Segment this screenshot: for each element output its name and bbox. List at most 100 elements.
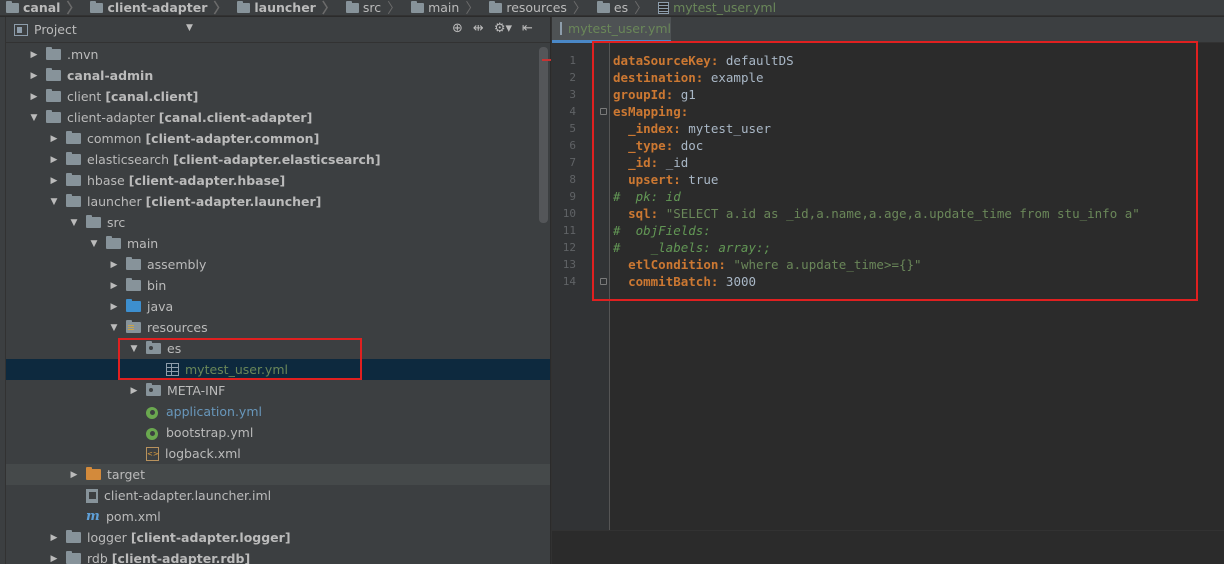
breadcrumb-item[interactable]: canal 〉 (0, 0, 84, 16)
breadcrumb-item[interactable]: resources 〉 (483, 0, 591, 16)
module-name: [client-adapter.elasticsearch] (173, 152, 381, 167)
gear-icon[interactable]: ⚙▾ (494, 21, 512, 36)
chevron-right-icon[interactable]: ▶ (48, 533, 60, 543)
code-area[interactable]: dataSourceKey: defaultDS destination: exa… (613, 43, 1224, 564)
tree-item-label: target (107, 467, 146, 482)
folder-icon (46, 68, 61, 81)
tree-item[interactable]: ▶ assembly (6, 254, 550, 275)
tree-item[interactable]: bootstrap.yml (6, 422, 550, 443)
chevron-down-icon[interactable]: ▼ (128, 344, 140, 354)
breadcrumb-item[interactable]: launcher 〉 (231, 0, 339, 15)
tree-item-label: resources (147, 320, 208, 335)
tree-item[interactable]: m pom.xml (6, 506, 550, 527)
chevron-down-icon[interactable]: ▼ (48, 197, 60, 207)
tree-item-label: client-adapter.launcher.iml (104, 488, 272, 503)
chevron-right-icon[interactable]: ▶ (108, 281, 120, 291)
code-line: commitBatch: 3000 (613, 273, 756, 290)
chevron-right-icon[interactable]: ▶ (108, 260, 120, 270)
tree-item-label: src (107, 215, 126, 230)
breadcrumb-item[interactable]: mytest_user.yml (652, 0, 780, 15)
tree-item[interactable]: <> logback.xml (6, 443, 550, 464)
chevron-right-icon[interactable]: ▶ (48, 134, 60, 144)
tree-item[interactable]: ▼ main (6, 233, 550, 254)
chevron-right-icon[interactable]: ▶ (28, 92, 40, 102)
folder-icon (106, 236, 121, 249)
project-panel-title: Project (34, 22, 77, 37)
chevron-down-icon[interactable]: ▼ (28, 113, 40, 123)
breadcrumb-label: canal (23, 0, 61, 15)
line-number: 5 (569, 122, 576, 135)
chevron-right-icon[interactable]: ▶ (28, 71, 40, 81)
fold-marker-icon[interactable] (600, 108, 607, 115)
tree-item[interactable]: ▶ common [client-adapter.common] (6, 128, 550, 149)
yaml-key: destination (613, 70, 696, 85)
line-number: 3 (569, 88, 576, 101)
collapse-all-icon[interactable]: ⇹ (473, 21, 484, 36)
chevron-down-icon[interactable]: ▼ (88, 239, 100, 249)
breadcrumb-item[interactable]: main 〉 (405, 0, 483, 15)
editor-tab-bar: mytest_user.yml (552, 17, 1224, 43)
breadcrumb-item[interactable]: client-adapter 〉 (84, 0, 231, 15)
line-number: 10 (562, 207, 576, 220)
yaml-key: : (673, 172, 681, 187)
tree-item[interactable]: ▼ es (6, 338, 550, 359)
tree-item[interactable]: ▶ .mvn (6, 44, 550, 65)
chevron-right-icon: 〉 (66, 0, 81, 16)
tree-item[interactable]: ▶ logger [client-adapter.logger] (6, 527, 550, 548)
yaml-comment: # pk: id (613, 189, 681, 204)
locate-icon[interactable]: ⊕ (452, 21, 463, 36)
tree-item[interactable]: ▶ canal-admin (6, 65, 550, 86)
tree-item[interactable]: ▶ target (6, 464, 550, 485)
module-name: [client-adapter.logger] (130, 530, 291, 545)
chevron-right-icon[interactable]: ▶ (48, 155, 60, 165)
tree-item[interactable]: ▶ hbase [client-adapter.hbase] (6, 170, 550, 191)
tree-item[interactable]: application.yml (6, 401, 550, 422)
breadcrumb-item[interactable]: es 〉 (591, 0, 652, 15)
chevron-right-icon: 〉 (572, 0, 587, 16)
project-panel-header[interactable]: Project ▼ ⊕ ⇹ ⚙▾ ⇤ (6, 17, 550, 43)
chevron-right-icon[interactable]: ▶ (48, 176, 60, 186)
tree-item[interactable]: ▶ elasticsearch [client-adapter.elasticsea… (6, 149, 550, 170)
chevron-down-icon[interactable]: ▼ (68, 218, 80, 228)
tree-item[interactable]: ▶ META-INF (6, 380, 550, 401)
yaml-comment: # objFields: (613, 223, 711, 238)
chevron-right-icon[interactable]: ▶ (68, 470, 80, 480)
tree-item[interactable]: ▶ bin (6, 275, 550, 296)
line-number: 1 (569, 54, 576, 67)
module-name: [client-adapter.rdb] (111, 551, 251, 564)
breadcrumb-label: launcher (254, 0, 316, 15)
tree-item[interactable]: ▼ src (6, 212, 550, 233)
line-number: 9 (569, 190, 576, 203)
chevron-right-icon[interactable]: ▶ (28, 50, 40, 60)
tree-item[interactable]: ▶ java (6, 296, 550, 317)
yaml-value: defaultDS (718, 53, 794, 68)
chevron-down-icon[interactable]: ▼ (108, 323, 120, 333)
breadcrumb-label: resources (506, 0, 567, 15)
tree-item[interactable]: ▶ client [canal.client] (6, 86, 550, 107)
tree-item-label: logger (87, 530, 127, 545)
tree-item[interactable]: client-adapter.launcher.iml (6, 485, 550, 506)
folder-icon (86, 215, 101, 228)
tree-item[interactable]: ▶ rdb [client-adapter.rdb] (6, 548, 550, 564)
chevron-right-icon[interactable]: ▶ (108, 302, 120, 312)
yaml-key: _type (628, 138, 666, 153)
iml-file-icon (86, 488, 98, 503)
chevron-down-icon[interactable]: ▼ (186, 23, 193, 33)
chevron-right-icon[interactable]: ▶ (128, 386, 140, 396)
tree-scrollbar[interactable] (539, 47, 548, 223)
line-number: 13 (562, 258, 576, 271)
tree-item[interactable]: ▼ launcher [client-adapter.launcher] (6, 191, 550, 212)
code-line: groupId: g1 (613, 86, 696, 103)
tab-mytest-user-yml[interactable]: mytest_user.yml (552, 17, 671, 43)
folder-icon (66, 131, 81, 144)
tree-item[interactable]: ▼ client-adapter [canal.client-adapter] (6, 107, 550, 128)
yaml-value: example (703, 70, 764, 85)
fold-marker-icon[interactable] (600, 278, 607, 285)
hide-panel-icon[interactable]: ⇤ (522, 21, 533, 36)
tree-item[interactable]: mytest_user.yml (6, 359, 550, 380)
editor-bottom-area (552, 530, 1224, 564)
chevron-right-icon[interactable]: ▶ (48, 554, 60, 564)
project-tree: ▶ .mvn ▶ canal-admin ▶ client [canal.client] ▼ c… (6, 43, 550, 564)
breadcrumb-item[interactable]: src 〉 (340, 0, 405, 15)
tree-item[interactable]: ▼ resources (6, 317, 550, 338)
